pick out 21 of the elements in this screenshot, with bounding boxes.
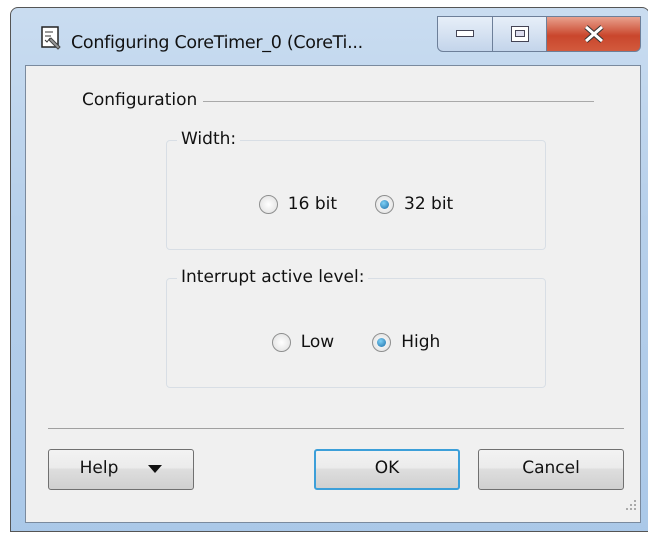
radio-option[interactable]: Low — [272, 330, 334, 356]
radio-button[interactable] — [375, 195, 394, 214]
radio-option[interactable]: High — [372, 330, 440, 356]
section-title: Configuration — [82, 89, 198, 112]
radio-option[interactable]: 32 bit — [375, 192, 454, 218]
caret-icon — [148, 465, 162, 473]
radio-button[interactable] — [272, 333, 291, 352]
maximize-button[interactable] — [493, 16, 547, 52]
radio-button[interactable] — [258, 195, 278, 214]
minimize-button[interactable] — [437, 16, 493, 52]
push-button[interactable]: OK — [314, 448, 460, 490]
maximize-icon — [510, 26, 528, 42]
radio-option[interactable]: 16 bit — [258, 192, 337, 218]
resize-grip-icon[interactable] — [626, 500, 636, 510]
radio-button[interactable] — [372, 333, 392, 352]
push-button[interactable]: Cancel — [478, 448, 624, 490]
minimize-icon — [456, 30, 474, 38]
close-icon — [582, 25, 604, 43]
dropdown-button[interactable]: Help — [48, 448, 194, 490]
window-title: Configuring CoreTimer_0 (CoreTi... — [71, 32, 363, 55]
close-button[interactable] — [547, 16, 641, 52]
